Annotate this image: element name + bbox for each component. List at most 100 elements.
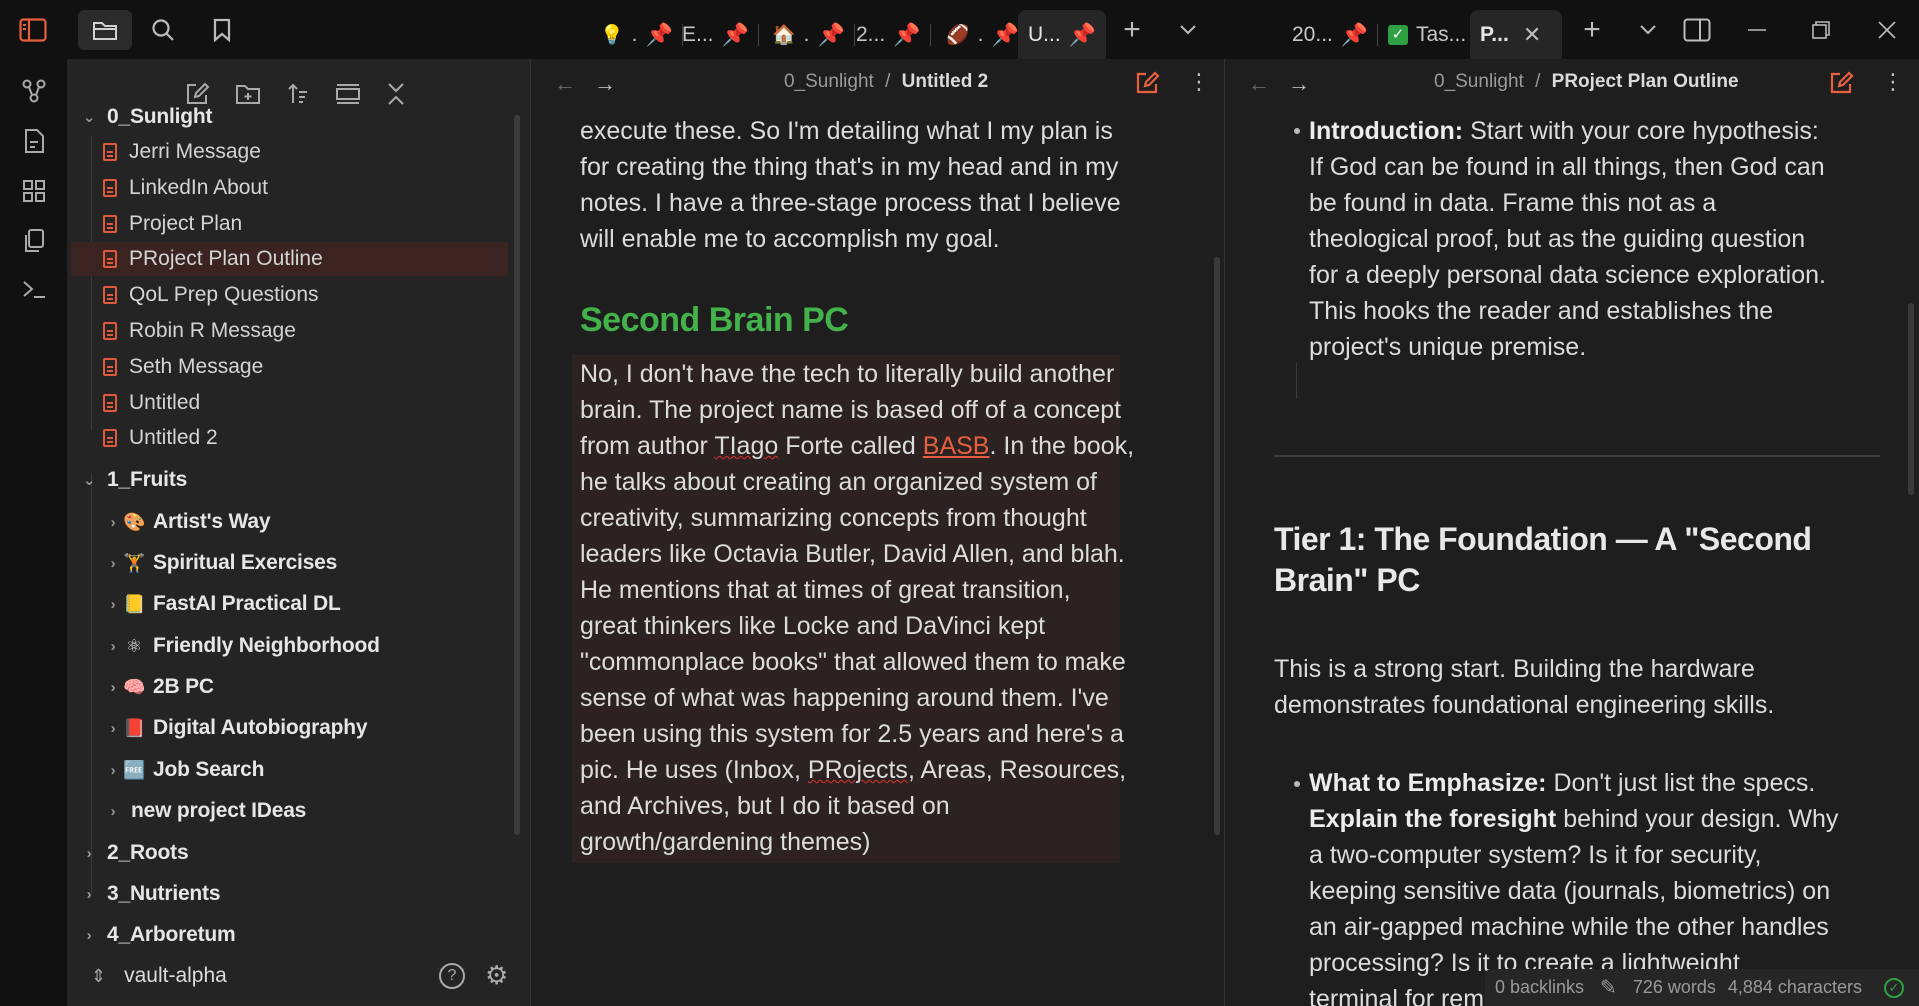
tier-heading: Tier 1: The Foundation — A "Second Brain… <box>1274 521 1812 598</box>
edit-mode-icon[interactable] <box>1830 71 1854 101</box>
chevron-right-icon: › <box>110 678 116 696</box>
file-item[interactable]: Untitled <box>103 386 507 420</box>
copy-icon[interactable] <box>20 227 48 255</box>
tab-project-outline-active[interactable]: P... ✕ <box>1470 10 1562 59</box>
file-item[interactable]: Robin R Message <box>103 314 507 348</box>
grid-icon[interactable] <box>20 177 48 205</box>
right-sidebar-toggle-icon[interactable] <box>1682 16 1712 44</box>
window-close-icon[interactable] <box>1872 16 1902 44</box>
pin-icon[interactable]: 📌 <box>1341 22 1368 48</box>
pin-icon[interactable]: 📌 <box>992 22 1019 48</box>
terminal-icon[interactable] <box>20 275 48 303</box>
tab-list-chevron-icon[interactable] <box>1634 18 1662 42</box>
file-icon <box>103 322 117 340</box>
subfolder-friendly-neighborhood[interactable]: › ⚛ Friendly Neighborhood <box>103 629 380 663</box>
weightlifter-icon: 🏋 <box>123 552 146 573</box>
search-icon[interactable] <box>148 16 178 44</box>
tab-home[interactable]: 🏠 . 📌 <box>762 10 855 59</box>
tab-20[interactable]: 20... 📌 <box>1282 10 1379 59</box>
close-icon[interactable]: ✕ <box>1523 22 1541 48</box>
restore-icon[interactable] <box>1806 16 1836 44</box>
brain-icon: 🧠 <box>123 676 146 697</box>
free-badge-icon: 🆓 <box>123 759 146 780</box>
pin-icon[interactable]: 📌 <box>1069 22 1096 48</box>
explorer-scrollbar[interactable] <box>514 115 520 835</box>
chevron-right-icon: › <box>110 554 116 572</box>
forward-arrow-icon[interactable]: → <box>1288 71 1310 97</box>
back-arrow-icon[interactable]: ← <box>1248 71 1270 97</box>
file-item[interactable]: Project Plan <box>103 207 507 241</box>
chevron-right-icon: › <box>86 844 92 862</box>
canvas-icon[interactable] <box>20 127 48 155</box>
bullet <box>1294 128 1300 134</box>
pin-icon[interactable]: 📌 <box>646 22 673 48</box>
forward-arrow-icon[interactable]: → <box>594 71 616 97</box>
subfolder-new-project-ideas[interactable]: › new project IDeas <box>103 794 307 828</box>
new-folder-icon[interactable] <box>235 81 261 107</box>
file-item[interactable]: Jerri Message <box>103 135 507 169</box>
sort-icon[interactable] <box>285 81 311 107</box>
horizontal-rule <box>1274 455 1880 457</box>
note-body-paragraph[interactable]: No, I don't have the tech to literally b… <box>580 356 1160 860</box>
tab-e[interactable]: E... 📌 <box>672 10 759 59</box>
tab-tasks[interactable]: ✓ Tas... <box>1378 10 1476 59</box>
tab-list-chevron-icon[interactable] <box>1174 18 1202 42</box>
new-tab-icon[interactable]: + <box>1118 13 1146 46</box>
chevron-right-icon: › <box>86 885 92 903</box>
tab-untitled-active[interactable]: U... 📌 <box>1018 10 1106 59</box>
vault-switcher[interactable]: ⇕ vault-alpha ? ⚙ <box>67 946 531 1006</box>
folder-0-sunlight[interactable]: ⌄ 0_Sunlight <box>79 100 213 134</box>
file-icon <box>103 358 117 376</box>
auto-reveal-icon[interactable] <box>335 81 361 107</box>
subfolder-fastai[interactable]: › 📒 FastAI Practical DL <box>103 587 341 621</box>
more-options-icon[interactable]: ⋮ <box>1882 69 1904 95</box>
settings-icon[interactable]: ⚙ <box>485 960 508 991</box>
subfolder-digital-autobiography[interactable]: › 📕 Digital Autobiography <box>103 711 368 745</box>
file-item[interactable]: Seth Message <box>103 350 507 384</box>
file-item-selected[interactable]: PRoject Plan Outline <box>71 242 508 276</box>
tab-football[interactable]: 🏈 . 📌 <box>936 10 1029 59</box>
subfolder-spiritual-exercises[interactable]: › 🏋 Spiritual Exercises <box>103 546 338 580</box>
folder-2-roots[interactable]: › 2_Roots <box>79 836 189 870</box>
pin-icon[interactable]: 📌 <box>893 22 920 48</box>
backlinks-count[interactable]: 0 backlinks <box>1495 977 1584 998</box>
note-intro-paragraph[interactable]: execute these. So I'm detailing what I m… <box>580 113 1160 257</box>
minimize-icon[interactable] <box>1742 16 1772 44</box>
pencil-icon[interactable]: ✎ <box>1600 975 1617 1000</box>
files-icon[interactable] <box>78 10 132 50</box>
new-tab-icon[interactable]: + <box>1578 13 1606 46</box>
pane-header: ← → 0_Sunlight / Untitled 2 ⋮ <box>532 59 1224 107</box>
subfolder-2b-pc[interactable]: › 🧠 2B PC <box>103 670 214 704</box>
editor-scrollbar[interactable] <box>1214 257 1220 835</box>
sidebar-toggle-icon[interactable] <box>18 16 48 44</box>
folder-1-fruits[interactable]: ⌄ 1_Fruits <box>79 463 187 497</box>
subfolder-artists-way[interactable]: › 🎨 Artist's Way <box>103 505 271 539</box>
edit-mode-icon[interactable] <box>1136 71 1160 101</box>
bookmark-icon[interactable] <box>208 16 236 44</box>
graph-view-icon[interactable] <box>20 77 48 105</box>
atom-icon: ⚛ <box>126 635 142 656</box>
sync-check-icon[interactable]: ✓ <box>1883 977 1904 998</box>
pin-icon[interactable]: 📌 <box>818 22 845 48</box>
help-icon[interactable]: ? <box>439 963 465 989</box>
subfolder-job-search[interactable]: › 🆓 Job Search <box>103 753 265 787</box>
breadcrumb: 0_Sunlight / Untitled 2 <box>784 71 989 92</box>
folder-3-nutrients[interactable]: › 3_Nutrients <box>79 877 221 911</box>
pin-icon[interactable]: 📌 <box>722 22 749 48</box>
file-item[interactable]: Untitled 2 <box>103 421 507 455</box>
bullet <box>1294 781 1300 787</box>
basb-link[interactable]: BASB <box>923 432 990 460</box>
lightbulb-icon: 💡 <box>600 24 624 46</box>
file-item[interactable]: LinkedIn About <box>103 171 507 205</box>
file-item[interactable]: QoL Prep Questions <box>103 278 507 312</box>
tab-2[interactable]: 2... 📌 <box>846 10 931 59</box>
back-arrow-icon[interactable]: ← <box>554 71 576 97</box>
editor-scrollbar[interactable] <box>1908 303 1914 495</box>
collapse-all-icon[interactable] <box>383 81 409 107</box>
football-icon: 🏈 <box>946 24 970 46</box>
introduction-item[interactable]: Introduction: Start with your core hypot… <box>1309 113 1889 365</box>
tier-paragraph[interactable]: This is a strong start. Building the har… <box>1274 651 1774 723</box>
more-options-icon[interactable]: ⋮ <box>1188 69 1210 95</box>
tab-idea[interactable]: 💡 . 📌 <box>590 10 683 59</box>
notebook-icon: 📒 <box>123 593 146 614</box>
